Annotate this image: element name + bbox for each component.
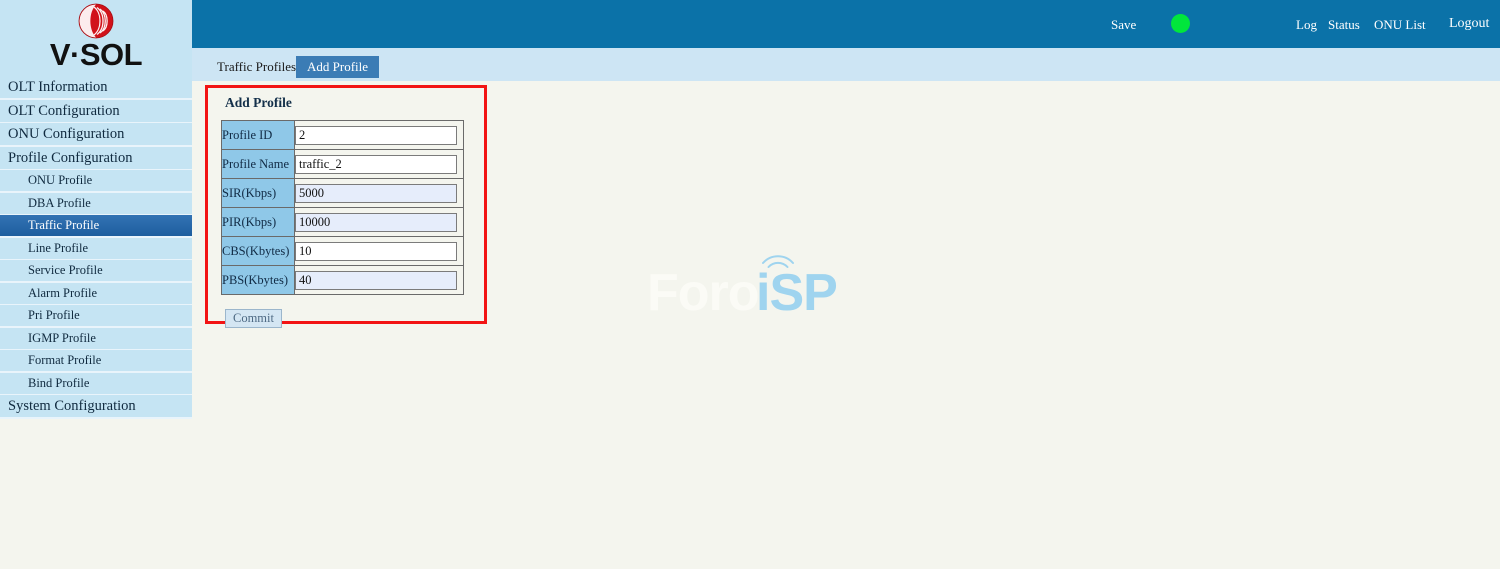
form-row: PIR(Kbps) xyxy=(221,207,464,237)
save-button[interactable]: Save xyxy=(1111,17,1136,33)
field-label: Profile ID xyxy=(221,120,295,150)
field-value-cell xyxy=(294,236,464,266)
sidebar-item-label: IGMP Profile xyxy=(28,330,96,345)
top-header-bar: Save Log Status ONU List Logout xyxy=(192,0,1500,48)
field-value-cell xyxy=(294,178,464,208)
sidebar-item-alarm-profile[interactable]: Alarm Profile xyxy=(0,282,192,304)
sidebar-item-system-configuration[interactable]: System Configuration xyxy=(0,395,192,417)
foroisp-watermark: Foro iSP xyxy=(647,244,887,324)
form-row: CBS(Kbytes) xyxy=(221,236,464,266)
add-profile-form-table: Profile IDProfile NameSIR(Kbps)PIR(Kbps)… xyxy=(221,120,464,295)
sidebar-item-pri-profile[interactable]: Pri Profile xyxy=(0,305,192,326)
field-value-cell xyxy=(294,120,464,150)
form-row: SIR(Kbps) xyxy=(221,178,464,208)
sidebar-item-traffic-profile[interactable]: Traffic Profile xyxy=(0,215,192,236)
cbs-kbytes-input[interactable] xyxy=(295,241,457,261)
status-link[interactable]: Status xyxy=(1328,17,1360,33)
status-dot-icon xyxy=(1171,14,1190,33)
wifi-arcs-icon xyxy=(762,255,794,268)
sidebar-item-dba-profile[interactable]: DBA Profile xyxy=(0,192,192,214)
sidebar-item-profile-configuration[interactable]: Profile Configuration xyxy=(0,146,192,169)
logout-link[interactable]: Logout xyxy=(1449,16,1489,32)
form-row: Profile ID xyxy=(221,120,464,150)
commit-button[interactable]: Commit xyxy=(225,309,282,328)
form-row: PBS(Kbytes) xyxy=(221,265,464,295)
sidebar-item-line-profile[interactable]: Line Profile xyxy=(0,237,192,259)
field-label: PBS(Kbytes) xyxy=(221,265,295,295)
sidebar-item-onu-profile[interactable]: ONU Profile xyxy=(0,170,192,191)
sidebar-item-label: Alarm Profile xyxy=(28,285,98,300)
brand-wordmark: V·SOL xyxy=(49,37,143,72)
form-row: Profile Name xyxy=(221,149,464,179)
field-label: SIR(Kbps) xyxy=(221,178,295,208)
sidebar-item-label: OLT Information xyxy=(8,79,108,95)
pbs-kbytes-input[interactable] xyxy=(295,270,457,290)
sidebar-item-onu-configuration[interactable]: ONU Configuration xyxy=(0,123,192,145)
log-link[interactable]: Log xyxy=(1296,17,1317,33)
sidebar-item-label: Bind Profile xyxy=(28,375,90,390)
tab-add-profile[interactable]: Add Profile xyxy=(296,56,380,78)
sidebar-item-label: Traffic Profile xyxy=(28,218,100,232)
sidebar-item-bind-profile[interactable]: Bind Profile xyxy=(0,372,192,394)
sidebar-item-format-profile[interactable]: Format Profile xyxy=(0,350,192,371)
watermark-text-isp: iSP xyxy=(756,264,838,322)
sidebar-item-label: Service Profile xyxy=(28,263,103,277)
sir-kbps-input[interactable] xyxy=(295,183,457,203)
add-profile-highlight-box: Add Profile Profile IDProfile NameSIR(Kb… xyxy=(205,85,487,328)
sidebar-item-label: OLT Configuration xyxy=(8,102,120,119)
brand-logo-panel: V·SOL xyxy=(0,0,192,76)
profile-name-input[interactable] xyxy=(295,154,457,174)
field-value-cell xyxy=(294,207,464,237)
sidebar-item-label: Format Profile xyxy=(28,353,102,367)
onu-list-link[interactable]: ONU List xyxy=(1374,17,1426,33)
tab-strip: Traffic Profiles Add Profile xyxy=(192,48,1500,81)
field-value-cell xyxy=(294,265,464,295)
field-label: PIR(Kbps) xyxy=(221,207,295,237)
sidebar-item-label: System Configuration xyxy=(8,398,136,414)
sidebar-item-label: Pri Profile xyxy=(28,308,80,322)
sidebar-item-label: DBA Profile xyxy=(28,195,91,210)
main-content: Foro iSP Add Profile Profile IDProfile N… xyxy=(192,81,1500,569)
tab-traffic-profiles[interactable]: Traffic Profiles xyxy=(206,56,307,78)
sidebar-item-service-profile[interactable]: Service Profile xyxy=(0,260,192,281)
sidebar-item-igmp-profile[interactable]: IGMP Profile xyxy=(0,327,192,349)
sidebar-item-label: Profile Configuration xyxy=(8,149,133,166)
field-label: Profile Name xyxy=(221,149,295,179)
panel-title: Add Profile xyxy=(225,95,292,110)
sidebar-item-olt-configuration[interactable]: OLT Configuration xyxy=(0,99,192,122)
sidebar-item-label: ONU Profile xyxy=(28,173,93,187)
profile-id-input[interactable] xyxy=(295,125,457,145)
sidebar-item-label: Line Profile xyxy=(28,240,89,255)
field-label: CBS(Kbytes) xyxy=(221,236,295,266)
vsol-emblem-icon xyxy=(78,3,114,39)
sidebar-nav: OLT Information OLT Configuration ONU Conf… xyxy=(0,76,192,419)
watermark-text-foro: Foro xyxy=(647,264,760,322)
sidebar-item-label: ONU Configuration xyxy=(8,126,125,142)
sidebar-item-olt-information[interactable]: OLT Information xyxy=(0,76,192,98)
field-value-cell xyxy=(294,149,464,179)
pir-kbps-input[interactable] xyxy=(295,212,457,232)
